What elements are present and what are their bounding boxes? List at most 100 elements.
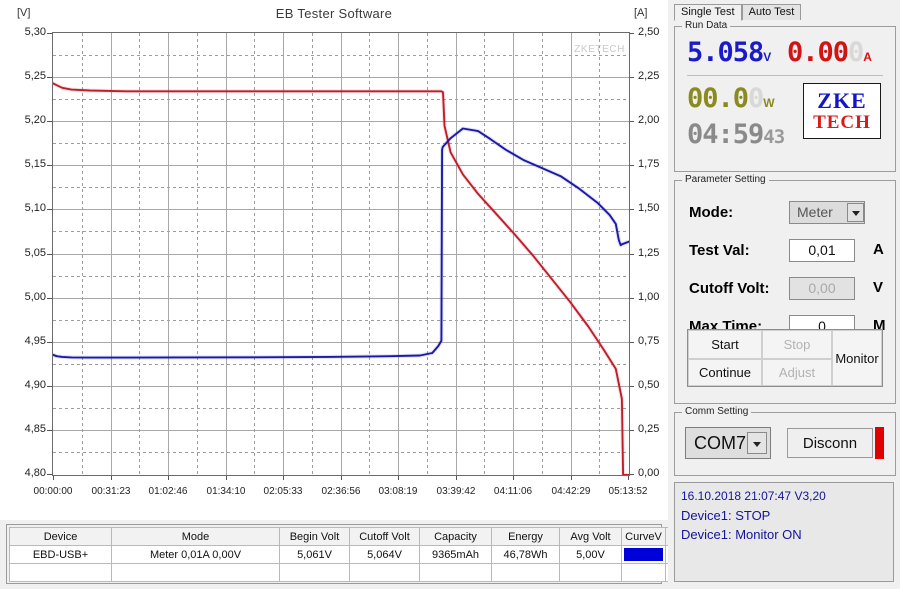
logo-zke-text: ZKE <box>817 88 867 113</box>
y-tick-label-left: 5,10 <box>24 202 46 214</box>
table-cell <box>279 563 350 582</box>
y-tick-label-left: 5,15 <box>24 158 46 170</box>
table-cell: 5,00V <box>559 545 622 564</box>
x-tick-label: 00:31:23 <box>91 486 131 497</box>
y-tick-label-left: 5,00 <box>24 291 46 303</box>
param-label: Cutoff Volt: <box>689 280 770 297</box>
log-line: Device1: Monitor ON <box>681 527 802 542</box>
log-line: 16.10.2018 21:07:47 V3,20 <box>681 489 826 503</box>
elapsed-time-value: 04:59 <box>687 119 764 150</box>
start-button[interactable]: Start <box>688 330 762 359</box>
table-header-cell[interactable]: Avg Volt <box>559 527 622 546</box>
table-header-cell[interactable]: CurveV <box>621 527 666 546</box>
y-tick-label-left: 4,90 <box>24 379 46 391</box>
x-tick-label: 02:36:56 <box>321 486 361 497</box>
stop-button[interactable]: Stop <box>762 330 832 359</box>
x-tick-label: 04:42:29 <box>551 486 591 497</box>
color-swatch <box>624 548 663 561</box>
table-cell <box>419 563 492 582</box>
table-cell: Meter 0,01A 0,00V <box>111 545 280 564</box>
chart-pane: EB Tester Software [V] [A] 5,30 5,25 5,20 5… <box>0 0 668 520</box>
param-input[interactable]: 0,00 <box>789 277 855 300</box>
y-tick-label-right: 0,50 <box>638 379 660 391</box>
table-cell: EBD-USB+ <box>9 545 112 564</box>
chevron-down-icon[interactable] <box>747 432 767 454</box>
table-header-cell[interactable]: Begin Volt <box>279 527 350 546</box>
monitor-button[interactable]: Monitor <box>832 330 882 386</box>
connection-status-led <box>875 427 884 459</box>
y-tick-label-right: 0,25 <box>638 423 660 435</box>
y-tick-label-left: 4,95 <box>24 335 46 347</box>
com-port-select[interactable]: COM7 <box>685 427 771 459</box>
x-tick-label: 01:02:46 <box>148 486 188 497</box>
y-tick-label-left: 5,25 <box>24 70 46 82</box>
table-body[interactable]: EBD-USB+ Meter 0,01A 0,00V 5,061V 5,064V 936… <box>9 545 710 582</box>
parameter-setting-legend: Parameter Setting <box>682 174 769 185</box>
y-tick-label-right: 2,25 <box>638 70 660 82</box>
tab-auto-test[interactable]: Auto Test <box>741 4 802 20</box>
param-row-cutoff-volt: Cutoff Volt: 0,00 V <box>685 275 887 307</box>
table-header-cell[interactable]: Mode <box>111 527 280 546</box>
table-header-cell[interactable]: Energy <box>491 527 560 546</box>
elapsed-seconds-value: 43 <box>763 126 785 148</box>
y-tick-label-right: 1,25 <box>638 247 660 259</box>
table-row[interactable]: EBD-USB+ Meter 0,01A 0,00V 5,061V 5,064V 936… <box>9 545 710 564</box>
table-cell <box>349 563 420 582</box>
eb-tester-window: EB Tester Software [V] [A] 5,30 5,25 5,20 5… <box>0 0 900 589</box>
power-ghost-digit: 0 <box>748 83 764 114</box>
tab-bar[interactable]: Single Test Auto Test <box>674 2 802 21</box>
y-tick-label-right: 1,75 <box>638 158 660 170</box>
curve-v-color-swatch[interactable] <box>621 545 666 564</box>
plot-area[interactable]: ZKETECH <box>52 32 630 476</box>
result-table-panel: Device Mode Begin Volt Cutoff Volt Capacity E… <box>6 524 710 584</box>
run-data-group: Run Data 5.058V 0.000A 00.00W 04:5943 ZK… <box>674 20 896 172</box>
result-table[interactable]: Device Mode Begin Volt Cutoff Volt Capacity E… <box>9 527 710 582</box>
tab-single-test[interactable]: Single Test <box>674 4 742 21</box>
status-log[interactable]: 16.10.2018 21:07:47 V3,20 Device1: STOP … <box>674 482 894 582</box>
current-value: 0.00 <box>787 37 849 68</box>
y-tick-label-right: 0,75 <box>638 335 660 347</box>
x-tick-label: 05:13:52 <box>608 486 648 497</box>
table-cell <box>491 563 560 582</box>
voltage-readout: 5.058V <box>687 39 771 66</box>
table-cell <box>621 563 666 582</box>
adjust-button[interactable]: Adjust <box>762 359 832 386</box>
table-header-row: Device Mode Begin Volt Cutoff Volt Capacity E… <box>9 527 710 546</box>
readout-divider <box>687 75 883 76</box>
power-unit: W <box>763 96 775 110</box>
y-tick-label-right: 1,50 <box>638 202 660 214</box>
y-tick-label-left: 5,30 <box>24 26 46 38</box>
x-tick-label: 00:00:00 <box>33 486 73 497</box>
param-unit: V <box>873 279 884 296</box>
y-tick-label-left: 5,05 <box>24 247 46 259</box>
continue-button[interactable]: Continue <box>688 359 762 386</box>
x-tick-label: 03:08:19 <box>378 486 418 497</box>
table-header-cell[interactable]: Cutoff Volt <box>349 527 420 546</box>
current-unit: A <box>863 50 872 64</box>
y-tick-label-right: 1,00 <box>638 291 660 303</box>
y-tick-label-left: 4,80 <box>24 467 46 479</box>
chart-title: EB Tester Software <box>275 6 393 21</box>
com-port-value: COM7 <box>694 433 747 453</box>
x-tick-label: 01:34:10 <box>206 486 246 497</box>
disconnect-button[interactable]: Disconn <box>787 428 873 458</box>
table-cell: 5,061V <box>279 545 350 564</box>
chevron-down-icon[interactable] <box>847 203 864 222</box>
current-ghost-digit: 0 <box>848 37 864 68</box>
table-header-cell[interactable]: Device <box>9 527 112 546</box>
table-header-cell[interactable]: Capacity <box>419 527 492 546</box>
y-axis-unit-right: [A] <box>634 7 648 19</box>
table-cell: 9365mAh <box>419 545 492 564</box>
voltage-unit: V <box>763 50 772 64</box>
param-input[interactable]: 0,01 <box>789 239 855 262</box>
param-unit: A <box>873 241 884 258</box>
control-button-block: Start Stop Continue Adjust Monitor <box>687 329 883 387</box>
parameter-setting-group: Parameter Setting Mode: Meter Test Val: 0,0… <box>674 174 896 404</box>
zketech-logo: ZKE TECH <box>803 83 881 139</box>
power-value: 00.0 <box>687 83 749 114</box>
y-tick-label-right: 2,00 <box>638 114 660 126</box>
elapsed-time-readout: 04:5943 <box>687 119 785 150</box>
current-readout: 0.000A <box>787 39 872 66</box>
param-label: Test Val: <box>689 242 750 259</box>
power-readout: 00.00W <box>687 85 775 112</box>
